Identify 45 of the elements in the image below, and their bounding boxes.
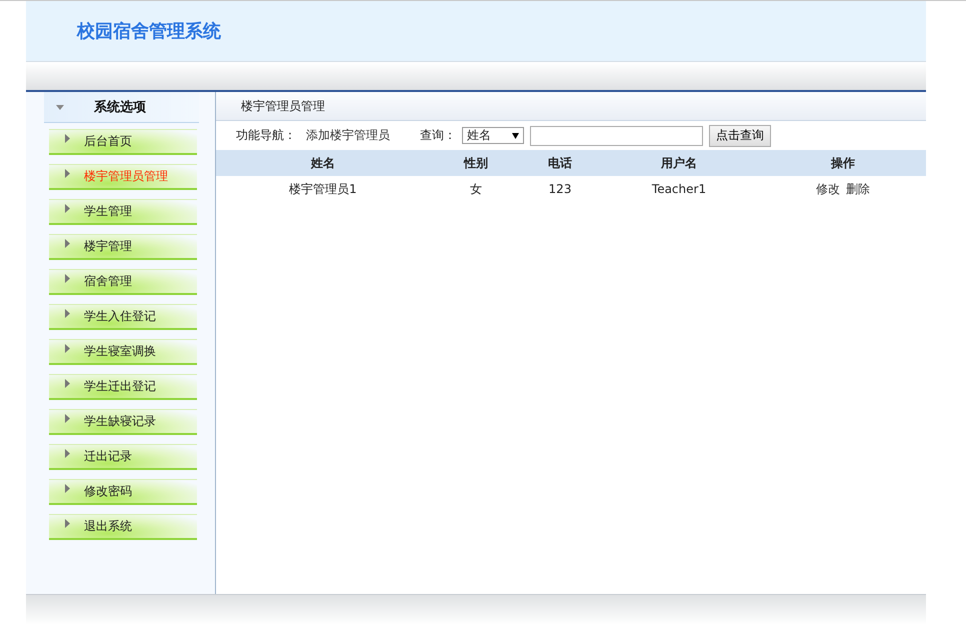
- sidebar-item[interactable]: 学生寝室调换: [49, 339, 197, 365]
- table-cell: 楼宇管理员1: [289, 182, 357, 196]
- triangle-icon: [65, 274, 70, 283]
- triangle-icon: [65, 414, 70, 423]
- triangle-icon: [65, 239, 70, 248]
- dropdown-arrow-icon: [512, 132, 519, 138]
- sidebar-item[interactable]: 修改密码: [49, 479, 197, 505]
- nav-label: 功能导航：: [236, 127, 296, 144]
- triangle-icon: [65, 344, 70, 353]
- search-field[interactable]: [530, 126, 703, 146]
- triangle-icon: [65, 204, 70, 213]
- table-cell: 女: [470, 182, 482, 196]
- action-link[interactable]: 删除: [846, 182, 870, 196]
- triangle-icon: [65, 449, 70, 458]
- triangle-icon: [65, 484, 70, 493]
- sidebar-item[interactable]: 后台首页: [49, 129, 197, 155]
- query-select[interactable]: 姓名: [462, 127, 524, 144]
- section-title: 楼宇管理员管理: [241, 98, 325, 114]
- triangle-icon: [65, 519, 70, 528]
- table-cell: Teacher1: [652, 182, 706, 196]
- sidebar-item[interactable]: 学生入住登记: [49, 304, 197, 330]
- add-link[interactable]: 添加楼宇管理员: [306, 127, 390, 144]
- sidebar-item[interactable]: 迁出记录: [49, 444, 197, 470]
- sidebar-item[interactable]: 楼宇管理: [49, 234, 197, 260]
- column-header: 用户名: [661, 156, 697, 170]
- sidebar-item[interactable]: 学生缺寝记录: [49, 409, 197, 435]
- column-header: 电话: [548, 156, 572, 170]
- column-header: 操作: [831, 156, 855, 170]
- sidebar-item[interactable]: 宿舍管理: [49, 269, 197, 295]
- triangle-icon: [65, 379, 70, 388]
- query-label: 查询：: [420, 127, 456, 144]
- action-link[interactable]: 修改: [816, 182, 840, 196]
- app-title: 校园宿舍管理系统: [77, 20, 221, 43]
- sidebar-item[interactable]: 学生管理: [49, 199, 197, 225]
- search-button[interactable]: 点击查询: [709, 124, 771, 146]
- sidebar-title: 系统选项: [94, 98, 146, 116]
- sidebar-item[interactable]: 退出系统: [49, 514, 197, 540]
- column-header: 性别: [464, 156, 488, 170]
- caret-icon: [56, 104, 64, 110]
- column-header: 姓名: [311, 156, 335, 170]
- triangle-icon: [65, 169, 70, 178]
- sidebar-item[interactable]: 学生迁出登记: [49, 374, 197, 400]
- triangle-icon: [65, 134, 70, 143]
- table-cell: 123: [548, 182, 572, 196]
- triangle-icon: [65, 309, 70, 318]
